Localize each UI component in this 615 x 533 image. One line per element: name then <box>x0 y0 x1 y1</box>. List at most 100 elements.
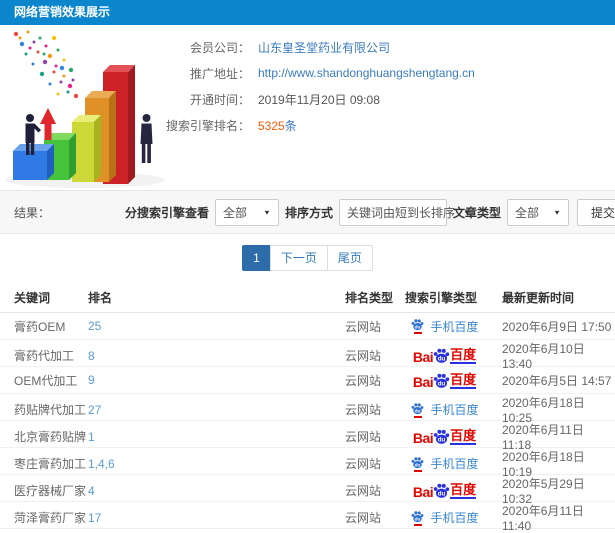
info-row: 搜索引擎排名： 5325条 <box>150 117 475 133</box>
header-cell: 关键词 <box>14 291 51 305</box>
results-table: 关键词 排名 排名类型 搜索引擎类型 最新更新时间 膏药OEM 25 云网站 du 手机百… <box>0 283 615 533</box>
keyword-cell: 菏泽膏药厂家 <box>14 511 87 525</box>
header-cell: 搜索引擎类型 <box>405 291 478 305</box>
info-value[interactable]: http://www.shandonghuangshengtang.cn <box>258 66 475 80</box>
table-row: 医疗器械厂家 4 云网站 Bai du 百度 2020年5月29日 10:32 <box>0 475 615 506</box>
keyword-cell: 医疗器械厂家 <box>14 484 87 498</box>
mobile-baidu-logo: du 手机百度 <box>410 455 479 472</box>
info-label: 推广地址： <box>189 66 250 81</box>
rank-link[interactable]: 1 <box>88 430 345 444</box>
baidu-logo: Bai du 百度 <box>412 347 477 365</box>
caret-down-icon: ▼ <box>263 208 271 216</box>
last-page-button[interactable]: 尾页 <box>326 245 373 271</box>
page-banner: 网络营销效果展示 <box>0 0 615 25</box>
rank-type-cell: 云网站 <box>345 319 382 334</box>
page-title: 网络营销效果展示 <box>14 5 111 19</box>
baidu-paw-icon: du <box>433 373 450 388</box>
mobile-baidu-label: 手机百度 <box>430 403 479 417</box>
keyword-cell: 枣庄膏药加工 <box>14 457 87 471</box>
info-value: 2019年11月20日 09:08 <box>258 92 380 107</box>
engine-cell: Bai du 百度 <box>405 347 502 364</box>
rank-type-cell: 云网站 <box>345 511 382 525</box>
keyword-cell: 膏药OEM <box>14 319 66 334</box>
updated-cell: 2020年6月11日 11:40 <box>502 504 584 533</box>
next-page-button[interactable]: 下一页 <box>269 245 328 271</box>
red-underline <box>413 332 422 334</box>
baidu-paw-icon: du <box>412 510 424 522</box>
rank-link[interactable]: 9 <box>88 373 345 387</box>
header-cell: 排名类型 <box>345 291 394 305</box>
info-label: 搜索引擎排名： <box>165 118 250 133</box>
mobile-baidu-icon: du <box>410 456 425 472</box>
baidu-paw-icon: du <box>412 319 424 330</box>
rank-type-cell: 云网站 <box>345 373 382 388</box>
baidu-paw-icon: du <box>433 348 450 363</box>
info-value[interactable]: 山东皇圣堂药业有限公司 <box>258 39 390 56</box>
red-underline <box>413 523 422 526</box>
table-row: 膏药代加工 8 云网站 Bai du 百度 2020年6月10日 13:40 <box>0 340 615 371</box>
baidu-paw-icon: du <box>433 429 450 444</box>
rank-link[interactable]: 4 <box>88 484 345 498</box>
rank-link[interactable]: 8 <box>88 349 345 363</box>
table-row: 北京膏药贴牌 1 云网站 Bai du 百度 2020年6月11日 11:18 <box>0 421 615 452</box>
caret-down-icon: ▼ <box>463 208 471 216</box>
rank-link[interactable]: 17 <box>88 511 345 525</box>
baidu-logo-text: Bai <box>412 349 434 365</box>
sort-filter-select[interactable]: 关键词由短到长排序 ▼ <box>338 198 471 226</box>
pagination: 1 下一页 尾页 <box>0 245 615 271</box>
engine-cell: Bai du 百度 <box>405 482 502 499</box>
baidu-logo-text-cn: 百度 <box>450 371 477 389</box>
table-header-row: 关键词 排名 排名类型 搜索引擎类型 最新更新时间 <box>0 283 615 313</box>
svg-text:du: du <box>438 356 446 363</box>
svg-text:du: du <box>438 437 446 444</box>
rank-link[interactable]: 25 <box>88 319 345 333</box>
engine-filter-value: 全部 <box>222 205 247 220</box>
info-rows: 会员公司： 山东皇圣堂药业有限公司推广地址： http://www.shandong… <box>150 39 475 143</box>
baidu-paw-icon: du <box>433 483 450 498</box>
baidu-logo-text: Bai <box>412 484 434 500</box>
sort-filter-value: 关键词由短到长排序 <box>346 205 455 220</box>
engine-cell: du 手机百度 <box>405 455 502 472</box>
baidu-logo-text-cn: 百度 <box>450 347 477 364</box>
info-value: 5325条 <box>258 117 297 134</box>
header-cell: 排名 <box>88 291 113 305</box>
engine-filter-select[interactable]: 全部 ▼ <box>214 198 279 226</box>
mobile-baidu-logo: du 手机百度 <box>410 318 479 335</box>
rank-count-unit: 条 <box>284 118 297 133</box>
mobile-baidu-label: 手机百度 <box>430 457 479 471</box>
rank-type-cell: 云网站 <box>345 349 382 363</box>
marketing-report-page: 网络营销效果展示 会员公司： 山东皇圣堂药业有限公司 推广地址： http://… <box>0 0 615 533</box>
rank-type-cell: 云网站 <box>345 484 382 498</box>
baidu-logo: Bai du 百度 <box>413 371 477 389</box>
caret-down-icon: ▼ <box>553 208 561 216</box>
mobile-baidu-label: 手机百度 <box>430 511 479 525</box>
table-row: OEM代加工 9 云网站 Bai du 百度 2020年6月5日 14:57 <box>0 367 615 394</box>
info-section: 会员公司： 山东皇圣堂药业有限公司推广地址： http://www.shandong… <box>0 25 615 190</box>
baidu-logo-text-cn: 百度 <box>450 482 477 499</box>
svg-text:du: du <box>415 408 421 414</box>
info-row: 会员公司： 山东皇圣堂药业有限公司 <box>150 39 475 55</box>
keyword-cell: 膏药代加工 <box>14 349 75 363</box>
submit-button[interactable]: 提交 <box>577 198 615 226</box>
svg-text:du: du <box>415 462 421 468</box>
svg-text:du: du <box>438 491 446 498</box>
table-row: 枣庄膏药加工 1,4,6 云网站 du 手机百度 2020年6月18日 10:19 <box>0 448 615 479</box>
yellow-bar <box>72 115 101 182</box>
mobile-baidu-icon: du <box>410 318 425 334</box>
info-label: 开通时间： <box>189 92 250 107</box>
article-type-filter-value: 全部 <box>515 205 540 220</box>
rank-type-cell: 云网站 <box>345 457 382 471</box>
sort-filter-label: 排序方式 <box>284 205 333 220</box>
article-type-filter-select[interactable]: 全部 ▼ <box>507 198 569 226</box>
mobile-baidu-logo: du 手机百度 <box>410 401 479 418</box>
result-label: 结果： <box>14 205 51 220</box>
page-1-button[interactable]: 1 <box>242 245 271 271</box>
mobile-baidu-label: 手机百度 <box>430 319 479 334</box>
table-row: 菏泽膏药厂家 17 云网站 du 手机百度 2020年6月11日 11:40 <box>0 502 615 533</box>
rank-type-cell: 云网站 <box>345 430 382 444</box>
rank-link[interactable]: 27 <box>88 403 345 417</box>
table-body: 膏药OEM 25 云网站 du 手机百度 2020年6月9日 17:50 膏药代加… <box>0 313 615 533</box>
updated-cell: 2020年6月10日 13:40 <box>502 342 585 371</box>
rank-link[interactable]: 1,4,6 <box>88 457 345 471</box>
baidu-logo: Bai du 百度 <box>413 428 477 445</box>
